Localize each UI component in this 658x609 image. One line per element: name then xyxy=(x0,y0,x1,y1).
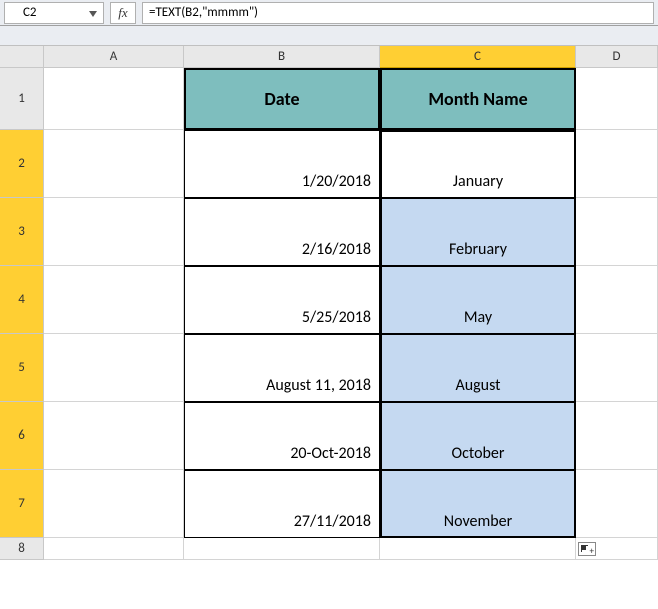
cell-D1[interactable] xyxy=(576,68,658,130)
cell-B6[interactable]: 20-Oct-2018 xyxy=(184,402,380,470)
cell-A4[interactable] xyxy=(44,266,184,334)
grid-rows: 1 Date Month Name 2 1/20/2018 January 3 … xyxy=(0,68,658,560)
autofill-options-icon[interactable] xyxy=(578,542,596,556)
table-row: 1 Date Month Name xyxy=(0,68,658,130)
row-header-4[interactable]: 4 xyxy=(0,266,44,334)
cell-D7[interactable] xyxy=(576,470,658,538)
cell-A7[interactable] xyxy=(44,470,184,538)
cell-B4[interactable]: 5/25/2018 xyxy=(184,266,380,334)
row-header-1[interactable]: 1 xyxy=(0,68,44,130)
table-row: 7 27/11/2018 November xyxy=(0,470,658,538)
row-header-7[interactable]: 7 xyxy=(0,470,44,538)
table-row: 5 August 11, 2018 August xyxy=(0,334,658,402)
table-row: 2 1/20/2018 January xyxy=(0,130,658,198)
row-header-8[interactable]: 8 xyxy=(0,538,44,560)
cell-D4[interactable] xyxy=(576,266,658,334)
row-header-2[interactable]: 2 xyxy=(0,130,44,198)
cell-D6[interactable] xyxy=(576,402,658,470)
formula-bar: C2 fx =TEXT(B2,"mmmm") xyxy=(0,0,658,26)
col-header-D[interactable]: D xyxy=(576,46,658,68)
table-row: 8 xyxy=(0,538,658,560)
select-all-corner[interactable] xyxy=(0,46,44,68)
cell-C7[interactable]: November xyxy=(380,470,576,538)
cell-C5[interactable]: August xyxy=(380,334,576,402)
cell-C4[interactable]: May xyxy=(380,266,576,334)
cell-D3[interactable] xyxy=(576,198,658,266)
fx-icon[interactable]: fx xyxy=(110,2,136,24)
cell-B8[interactable] xyxy=(184,538,380,560)
cell-A1[interactable] xyxy=(44,68,184,130)
chevron-down-icon[interactable] xyxy=(85,6,101,22)
cell-C8[interactable] xyxy=(380,538,576,560)
col-header-B[interactable]: B xyxy=(184,46,380,68)
ribbon-spacer xyxy=(0,26,658,46)
cell-A5[interactable] xyxy=(44,334,184,402)
cell-B5[interactable]: August 11, 2018 xyxy=(184,334,380,402)
row-header-6[interactable]: 6 xyxy=(0,402,44,470)
cell-D5[interactable] xyxy=(576,334,658,402)
spreadsheet-grid[interactable]: A B C D 1 Date Month Name 2 1/20/2018 Ja… xyxy=(0,46,658,560)
cell-C1-header-month[interactable]: Month Name xyxy=(380,68,576,130)
row-header-5[interactable]: 5 xyxy=(0,334,44,402)
cell-A3[interactable] xyxy=(44,198,184,266)
cell-B1-header-date[interactable]: Date xyxy=(184,68,380,130)
col-header-C[interactable]: C xyxy=(380,46,576,68)
cell-D2[interactable] xyxy=(576,130,658,198)
cell-A2[interactable] xyxy=(44,130,184,198)
cell-B7[interactable]: 27/11/2018 xyxy=(184,470,380,538)
formula-input[interactable]: =TEXT(B2,"mmmm") xyxy=(142,2,654,24)
formula-text: =TEXT(B2,"mmmm") xyxy=(149,5,258,20)
table-row: 3 2/16/2018 February xyxy=(0,198,658,266)
cell-A8[interactable] xyxy=(44,538,184,560)
name-box[interactable]: C2 xyxy=(4,2,104,24)
cell-C6[interactable]: October xyxy=(380,402,576,470)
table-row: 4 5/25/2018 May xyxy=(0,266,658,334)
table-row: 6 20-Oct-2018 October xyxy=(0,402,658,470)
cell-C3[interactable]: February xyxy=(380,198,576,266)
name-box-value: C2 xyxy=(23,5,37,20)
cell-A6[interactable] xyxy=(44,402,184,470)
cell-B2[interactable]: 1/20/2018 xyxy=(184,130,380,198)
column-headers: A B C D xyxy=(0,46,658,68)
cell-B3[interactable]: 2/16/2018 xyxy=(184,198,380,266)
cell-C2[interactable]: January xyxy=(380,130,576,198)
col-header-A[interactable]: A xyxy=(44,46,184,68)
row-header-3[interactable]: 3 xyxy=(0,198,44,266)
fx-label: fx xyxy=(118,5,127,21)
